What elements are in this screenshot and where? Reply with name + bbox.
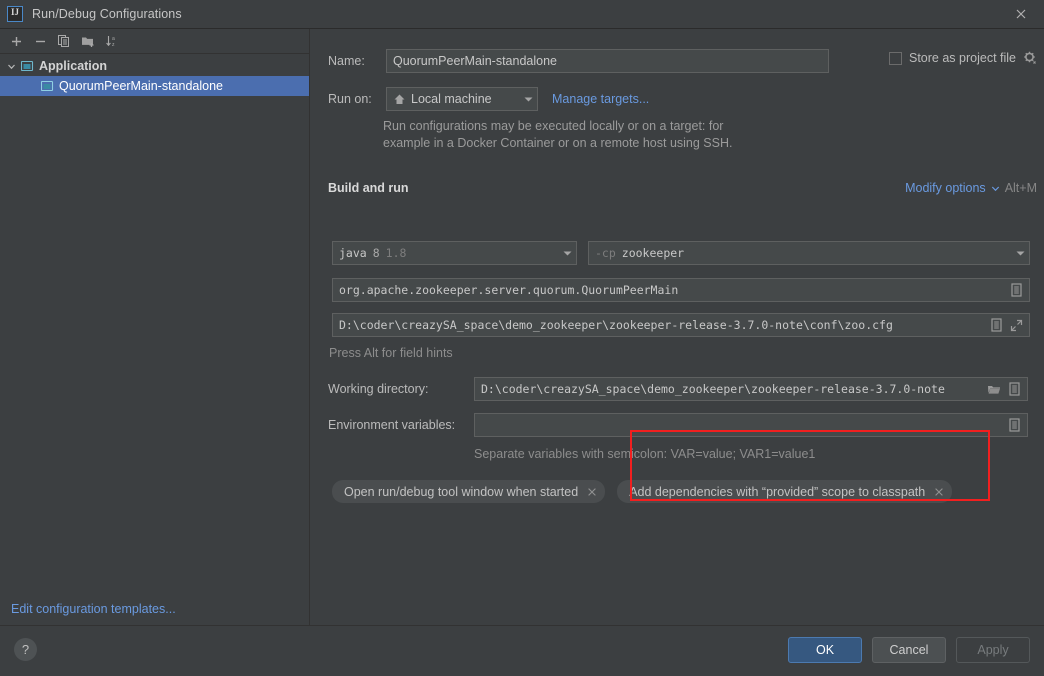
sort-configurations-button[interactable]: a z xyxy=(101,31,123,51)
working-directory-label: Working directory: xyxy=(328,382,429,396)
store-as-project-file-label: Store as project file xyxy=(909,51,1016,65)
classpath-module: zookeeper xyxy=(621,246,685,260)
environment-variables-hint: Separate variables with semicolon: VAR=v… xyxy=(474,447,816,461)
jre-version-full: 1.8 xyxy=(385,246,407,260)
chevron-down-icon[interactable] xyxy=(5,60,18,73)
run-debug-configurations-dialog: Run/Debug Configurations xyxy=(0,0,1044,676)
main-class-input[interactable]: org.apache.zookeeper.server.quorum.Quoru… xyxy=(332,278,1030,302)
help-icon: ? xyxy=(21,642,30,657)
dialog-title: Run/Debug Configurations xyxy=(32,7,182,21)
name-label: Name: xyxy=(328,54,365,68)
modify-options-shortcut: Alt+M xyxy=(1004,181,1037,195)
copy-configuration-button[interactable] xyxy=(53,31,75,51)
target-hint-line2: example in a Docker Container or on a re… xyxy=(383,136,733,150)
jre-name: java xyxy=(339,246,367,260)
environment-variables-input[interactable] xyxy=(474,413,1028,437)
chevron-down-icon xyxy=(1008,250,1025,257)
expand-icon[interactable] xyxy=(1010,319,1023,332)
dialog-footer: ? OK Cancel Apply xyxy=(0,625,1044,676)
run-on-combobox[interactable]: Local machine xyxy=(386,87,538,111)
run-on-row: Run on: Local machine Manage targets... xyxy=(328,87,649,111)
sidebar-toolbar: a z xyxy=(0,29,309,54)
gear-icon[interactable] xyxy=(1023,51,1037,65)
remove-configuration-button[interactable] xyxy=(29,31,51,51)
classpath-module-combobox[interactable]: -cp zookeeper xyxy=(588,241,1030,265)
close-icon xyxy=(1016,9,1026,19)
move-to-folder-button[interactable] xyxy=(77,31,99,51)
chip-label: Open run/debug tool window when started xyxy=(344,484,579,499)
intellij-idea-logo-icon xyxy=(7,6,23,22)
editor-popup-icon[interactable] xyxy=(1008,382,1021,396)
help-button[interactable]: ? xyxy=(14,638,37,661)
plus-icon xyxy=(11,36,21,46)
tree-group-application[interactable]: Application xyxy=(0,56,309,76)
sort-alphabetically-icon: a z xyxy=(106,36,115,48)
alt-field-hints-text: Press Alt for field hints xyxy=(329,346,453,360)
working-directory-row: Working directory: D:\coder\creazySA_spa… xyxy=(328,377,1044,401)
chevron-down-icon xyxy=(516,96,533,103)
main-class-value: org.apache.zookeeper.server.quorum.Quoru… xyxy=(339,283,679,297)
editor-popup-icon[interactable] xyxy=(990,318,1003,332)
chevron-down-icon[interactable] xyxy=(991,184,1000,193)
program-arguments-input[interactable]: D:\coder\creazySA_space\demo_zookeeper\z… xyxy=(332,313,1030,337)
option-chips: Open run/debug tool window when started … xyxy=(332,480,953,503)
working-directory-input[interactable]: D:\coder\creazySA_space\demo_zookeeper\z… xyxy=(474,377,1028,401)
configuration-form: Name: QuorumPeerMain-standalone Store as… xyxy=(311,29,1044,625)
ok-button[interactable]: OK xyxy=(788,637,862,663)
store-as-project-file-checkbox[interactable] xyxy=(889,51,902,65)
cancel-button[interactable]: Cancel xyxy=(872,637,946,663)
environment-variables-label: Environment variables: xyxy=(328,418,456,432)
manage-targets-link[interactable]: Manage targets... xyxy=(552,92,649,106)
application-icon xyxy=(40,80,54,93)
minus-icon xyxy=(35,40,45,42)
configurations-tree: Application QuorumPeerMain-standalone xyxy=(0,54,309,96)
run-on-label: Run on: xyxy=(328,92,372,106)
modify-options-link[interactable]: Modify options xyxy=(905,181,986,195)
copy-icon xyxy=(58,35,69,47)
target-hint: Run configurations may be executed local… xyxy=(383,118,923,152)
configurations-sidebar: a z Application QuorumPeerMain-standalon… xyxy=(0,29,310,625)
target-hint-line1: Run configurations may be executed local… xyxy=(383,119,724,133)
edit-configuration-templates-link[interactable]: Edit configuration templates... xyxy=(11,602,176,616)
close-icon[interactable] xyxy=(587,487,597,497)
build-and-run-header: Build and run xyxy=(328,181,409,195)
tree-group-label: Application xyxy=(39,59,108,73)
folder-icon[interactable] xyxy=(987,383,1001,396)
name-input[interactable]: QuorumPeerMain-standalone xyxy=(386,49,829,73)
chip-add-provided-scope-dependencies[interactable]: Add dependencies with “provided” scope t… xyxy=(617,480,953,503)
application-icon xyxy=(20,60,34,73)
working-directory-value: D:\coder\creazySA_space\demo_zookeeper\z… xyxy=(481,382,945,396)
modify-options-row: Modify options Alt+M xyxy=(905,181,1037,195)
program-arguments-value: D:\coder\creazySA_space\demo_zookeeper\z… xyxy=(339,318,893,332)
editor-popup-icon[interactable] xyxy=(1008,418,1021,432)
tree-item-label: QuorumPeerMain-standalone xyxy=(59,79,223,93)
environment-variables-row: Environment variables: xyxy=(328,413,1044,437)
svg-text:z: z xyxy=(112,42,115,48)
run-on-value: Local machine xyxy=(411,92,492,106)
chip-label: Add dependencies with “provided” scope t… xyxy=(629,484,926,499)
home-icon xyxy=(393,93,406,106)
jre-version-short: 8 xyxy=(372,246,380,260)
close-icon[interactable] xyxy=(934,487,944,497)
jre-combobox[interactable]: java 8 1.8 xyxy=(332,241,577,265)
editor-popup-icon[interactable] xyxy=(1010,283,1023,297)
title-bar: Run/Debug Configurations xyxy=(0,0,1044,29)
new-folder-icon xyxy=(82,37,94,47)
store-as-project-file-row: Store as project file xyxy=(889,51,1037,65)
classpath-flag: -cp xyxy=(595,246,616,260)
chevron-down-icon xyxy=(555,250,572,257)
jre-and-classpath-row: java 8 1.8 -cp zookeeper xyxy=(332,241,1030,265)
add-configuration-button[interactable] xyxy=(5,31,27,51)
close-window-button[interactable] xyxy=(998,0,1044,28)
dialog-buttons: OK Cancel Apply xyxy=(788,637,1030,663)
apply-button[interactable]: Apply xyxy=(956,637,1030,663)
tree-item-quorumpeermain-standalone[interactable]: QuorumPeerMain-standalone xyxy=(0,76,309,96)
chip-open-run-debug-tool-window[interactable]: Open run/debug tool window when started xyxy=(332,480,606,503)
